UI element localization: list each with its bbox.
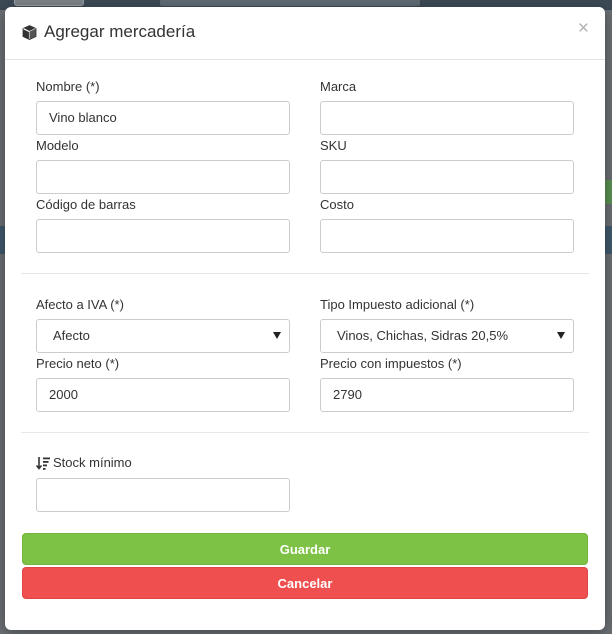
tipo-impuesto-selected: Vinos, Chichas, Sidras 20,5% [337,328,509,343]
add-merchandise-modal: Agregar mercadería × Nombre (*) Vino bla… [5,7,605,630]
codigo-barras-input[interactable] [36,219,290,253]
section-divider [21,432,589,433]
tipo-impuesto-select[interactable]: Vinos, Chichas, Sidras 20,5% [320,319,574,353]
modelo-input[interactable] [36,160,290,194]
background-title [160,0,420,6]
nombre-input[interactable]: Vino blanco [36,101,290,135]
costo-label: Costo [320,197,354,212]
precio-impuestos-input[interactable]: 2790 [320,378,574,412]
cube-icon [22,24,37,40]
save-button[interactable]: Guardar [22,533,588,565]
modal-title: Agregar mercadería [21,22,195,42]
background-box [14,0,84,6]
sku-label: SKU [320,138,347,153]
modal-header: Agregar mercadería × [5,7,605,60]
modelo-label: Modelo [36,138,79,153]
afecto-iva-label: Afecto a IVA (*) [36,297,124,312]
nombre-label: Nombre (*) [36,79,100,94]
modal-title-text: Agregar mercadería [44,22,196,41]
section-divider [21,273,589,274]
precio-impuestos-label: Precio con impuestos (*) [320,356,462,371]
afecto-iva-selected: Afecto [53,328,90,343]
close-button[interactable]: × [578,19,589,38]
marca-label: Marca [320,79,357,94]
costo-input[interactable] [320,219,574,253]
cancel-button[interactable]: Cancelar [22,567,588,599]
tipo-impuesto-label: Tipo Impuesto adicional (*) [320,297,475,312]
stock-minimo-input[interactable] [36,478,290,512]
marca-input[interactable] [320,101,574,135]
precio-neto-input[interactable]: 2000 [36,378,290,412]
precio-neto-label: Precio neto (*) [36,356,120,371]
background-strip [604,226,612,254]
chevron-down-icon [557,332,565,339]
chevron-down-icon [273,332,281,339]
sku-input[interactable] [320,160,574,194]
background-button [604,180,612,204]
afecto-iva-select[interactable]: Afecto [36,319,290,353]
sort-amount-icon [36,456,50,470]
stock-minimo-label: Stock mínimo [36,455,132,470]
codigo-barras-label: Código de barras [36,197,136,212]
stock-minimo-text: Stock mínimo [53,455,132,470]
